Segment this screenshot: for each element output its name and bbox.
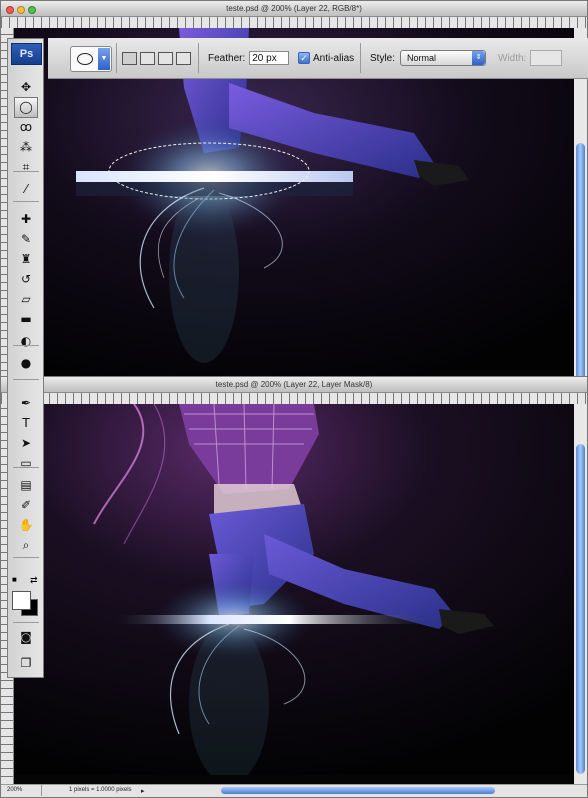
zoom-button[interactable]	[28, 6, 36, 14]
document-info: 1 pixels = 1.0000 pixels	[69, 787, 132, 793]
photoshop-logo: Ps	[11, 43, 42, 65]
window-title-bottom: teste.psd @ 200% (Layer 22, Layer Mask/8…	[215, 380, 373, 389]
zoom-icon[interactable]: ⌕	[14, 535, 38, 556]
foreground-color-swatch[interactable]	[12, 591, 31, 610]
eraser-icon[interactable]: ▱	[14, 289, 38, 310]
light-bar	[76, 171, 353, 182]
crop-icon[interactable]: ⌗	[14, 157, 38, 178]
magic-wand-icon[interactable]: ⁂	[14, 137, 38, 158]
default-colors-icon[interactable]: ■	[12, 575, 17, 584]
hand-icon[interactable]: ✋	[14, 515, 38, 536]
scrollbar-thumb[interactable]	[576, 143, 585, 379]
lasso-icon[interactable]: ꝏ	[14, 117, 38, 138]
brush-icon[interactable]: ✎	[14, 229, 38, 250]
vertical-scrollbar-bottom[interactable]	[573, 404, 587, 785]
artwork-bottom	[14, 404, 574, 784]
zoom-level[interactable]: 200%	[7, 787, 22, 793]
feather-label: Feather:	[208, 52, 246, 64]
style-label: Style:	[370, 52, 396, 64]
options-bar: ▼ Feather: 20 px ✓ Anti-alias Style: Nor…	[48, 38, 588, 79]
canvas-bottom[interactable]	[14, 404, 574, 785]
new-selection-icon[interactable]	[122, 51, 137, 65]
style-select-value: Normal	[407, 53, 437, 63]
quick-mask-icon[interactable]: ◙	[14, 627, 38, 648]
blur-icon[interactable]: ◐	[14, 331, 38, 352]
window-titlebar-bottom[interactable]: teste.psd @ 200% (Layer 22, Layer Mask/8…	[1, 377, 587, 393]
spot-healing-icon[interactable]: ✚	[14, 209, 38, 230]
minimize-button[interactable]	[17, 6, 25, 14]
elliptical-marquee-icon[interactable]: ◯	[14, 97, 38, 118]
pen-icon[interactable]: ✒	[14, 393, 38, 414]
subtract-selection-icon[interactable]	[158, 51, 173, 65]
history-brush-icon[interactable]: ↺	[14, 269, 38, 290]
swap-colors-icon[interactable]: ⇄	[30, 575, 38, 586]
info-arrow-icon[interactable]: ▸	[141, 787, 145, 795]
anti-alias-checkbox[interactable]: ✓	[298, 52, 310, 64]
path-selection-icon[interactable]: ➤	[14, 433, 38, 454]
intersect-selection-icon[interactable]	[176, 51, 191, 65]
move-icon[interactable]: ✥	[14, 77, 38, 98]
selection-mode-group	[122, 38, 191, 78]
tool-preset-picker[interactable]: ▼	[70, 46, 112, 72]
notes-icon[interactable]: ▤	[14, 475, 38, 496]
gradient-icon[interactable]: ▬	[14, 309, 38, 330]
dodge-icon[interactable]: ●	[14, 353, 38, 374]
vertical-scrollbar[interactable]	[573, 28, 587, 379]
artwork-top	[14, 28, 574, 379]
add-selection-icon[interactable]	[140, 51, 155, 65]
toolbox: Ps ✥ ◯ ꝏ ⁂ ⌗ ⁄ ✚ ✎ ♜ ↺ ▱ ▬ ◐ ● ✒ T ➤ ▭ ▤ ✐ ✋ ⌕ ◙ ❐ ■ ⇄	[7, 38, 44, 678]
light-bar-bottom	[114, 615, 434, 624]
feather-input[interactable]: 20 px	[249, 51, 290, 65]
window-title: teste.psd @ 200% (Layer 22, RGB/8*)	[226, 4, 362, 13]
horizontal-scrollbar-thumb[interactable]	[221, 787, 495, 794]
eyedropper-icon[interactable]: ✐	[14, 495, 38, 516]
width-label: Width:	[498, 52, 527, 64]
ellipse-icon	[77, 53, 93, 65]
canvas-top[interactable]	[14, 28, 574, 379]
clone-stamp-icon[interactable]: ♜	[14, 249, 38, 270]
width-input[interactable]	[530, 50, 563, 66]
screen-mode-icon[interactable]: ❐	[14, 653, 38, 674]
status-bar: 200% 1 pixels = 1.0000 pixels ▸	[1, 784, 587, 797]
type-icon[interactable]: T	[14, 413, 38, 434]
document-window-bottom: teste.psd @ 200% (Layer 22, Layer Mask/8…	[0, 376, 588, 798]
window-titlebar[interactable]: teste.psd @ 200% (Layer 22, RGB/8*)	[1, 1, 587, 17]
eyedropper-icon[interactable]: ⁄	[14, 179, 38, 200]
scrollbar-thumb-bottom[interactable]	[576, 444, 585, 774]
close-button[interactable]	[6, 6, 14, 14]
style-select[interactable]: Normal ⇕	[400, 50, 487, 66]
chevron-down-icon: ▼	[98, 48, 110, 70]
updown-arrow-icon: ⇕	[472, 51, 486, 65]
anti-alias-label: Anti-alias	[313, 52, 355, 64]
rectangle-icon[interactable]: ▭	[14, 453, 38, 474]
